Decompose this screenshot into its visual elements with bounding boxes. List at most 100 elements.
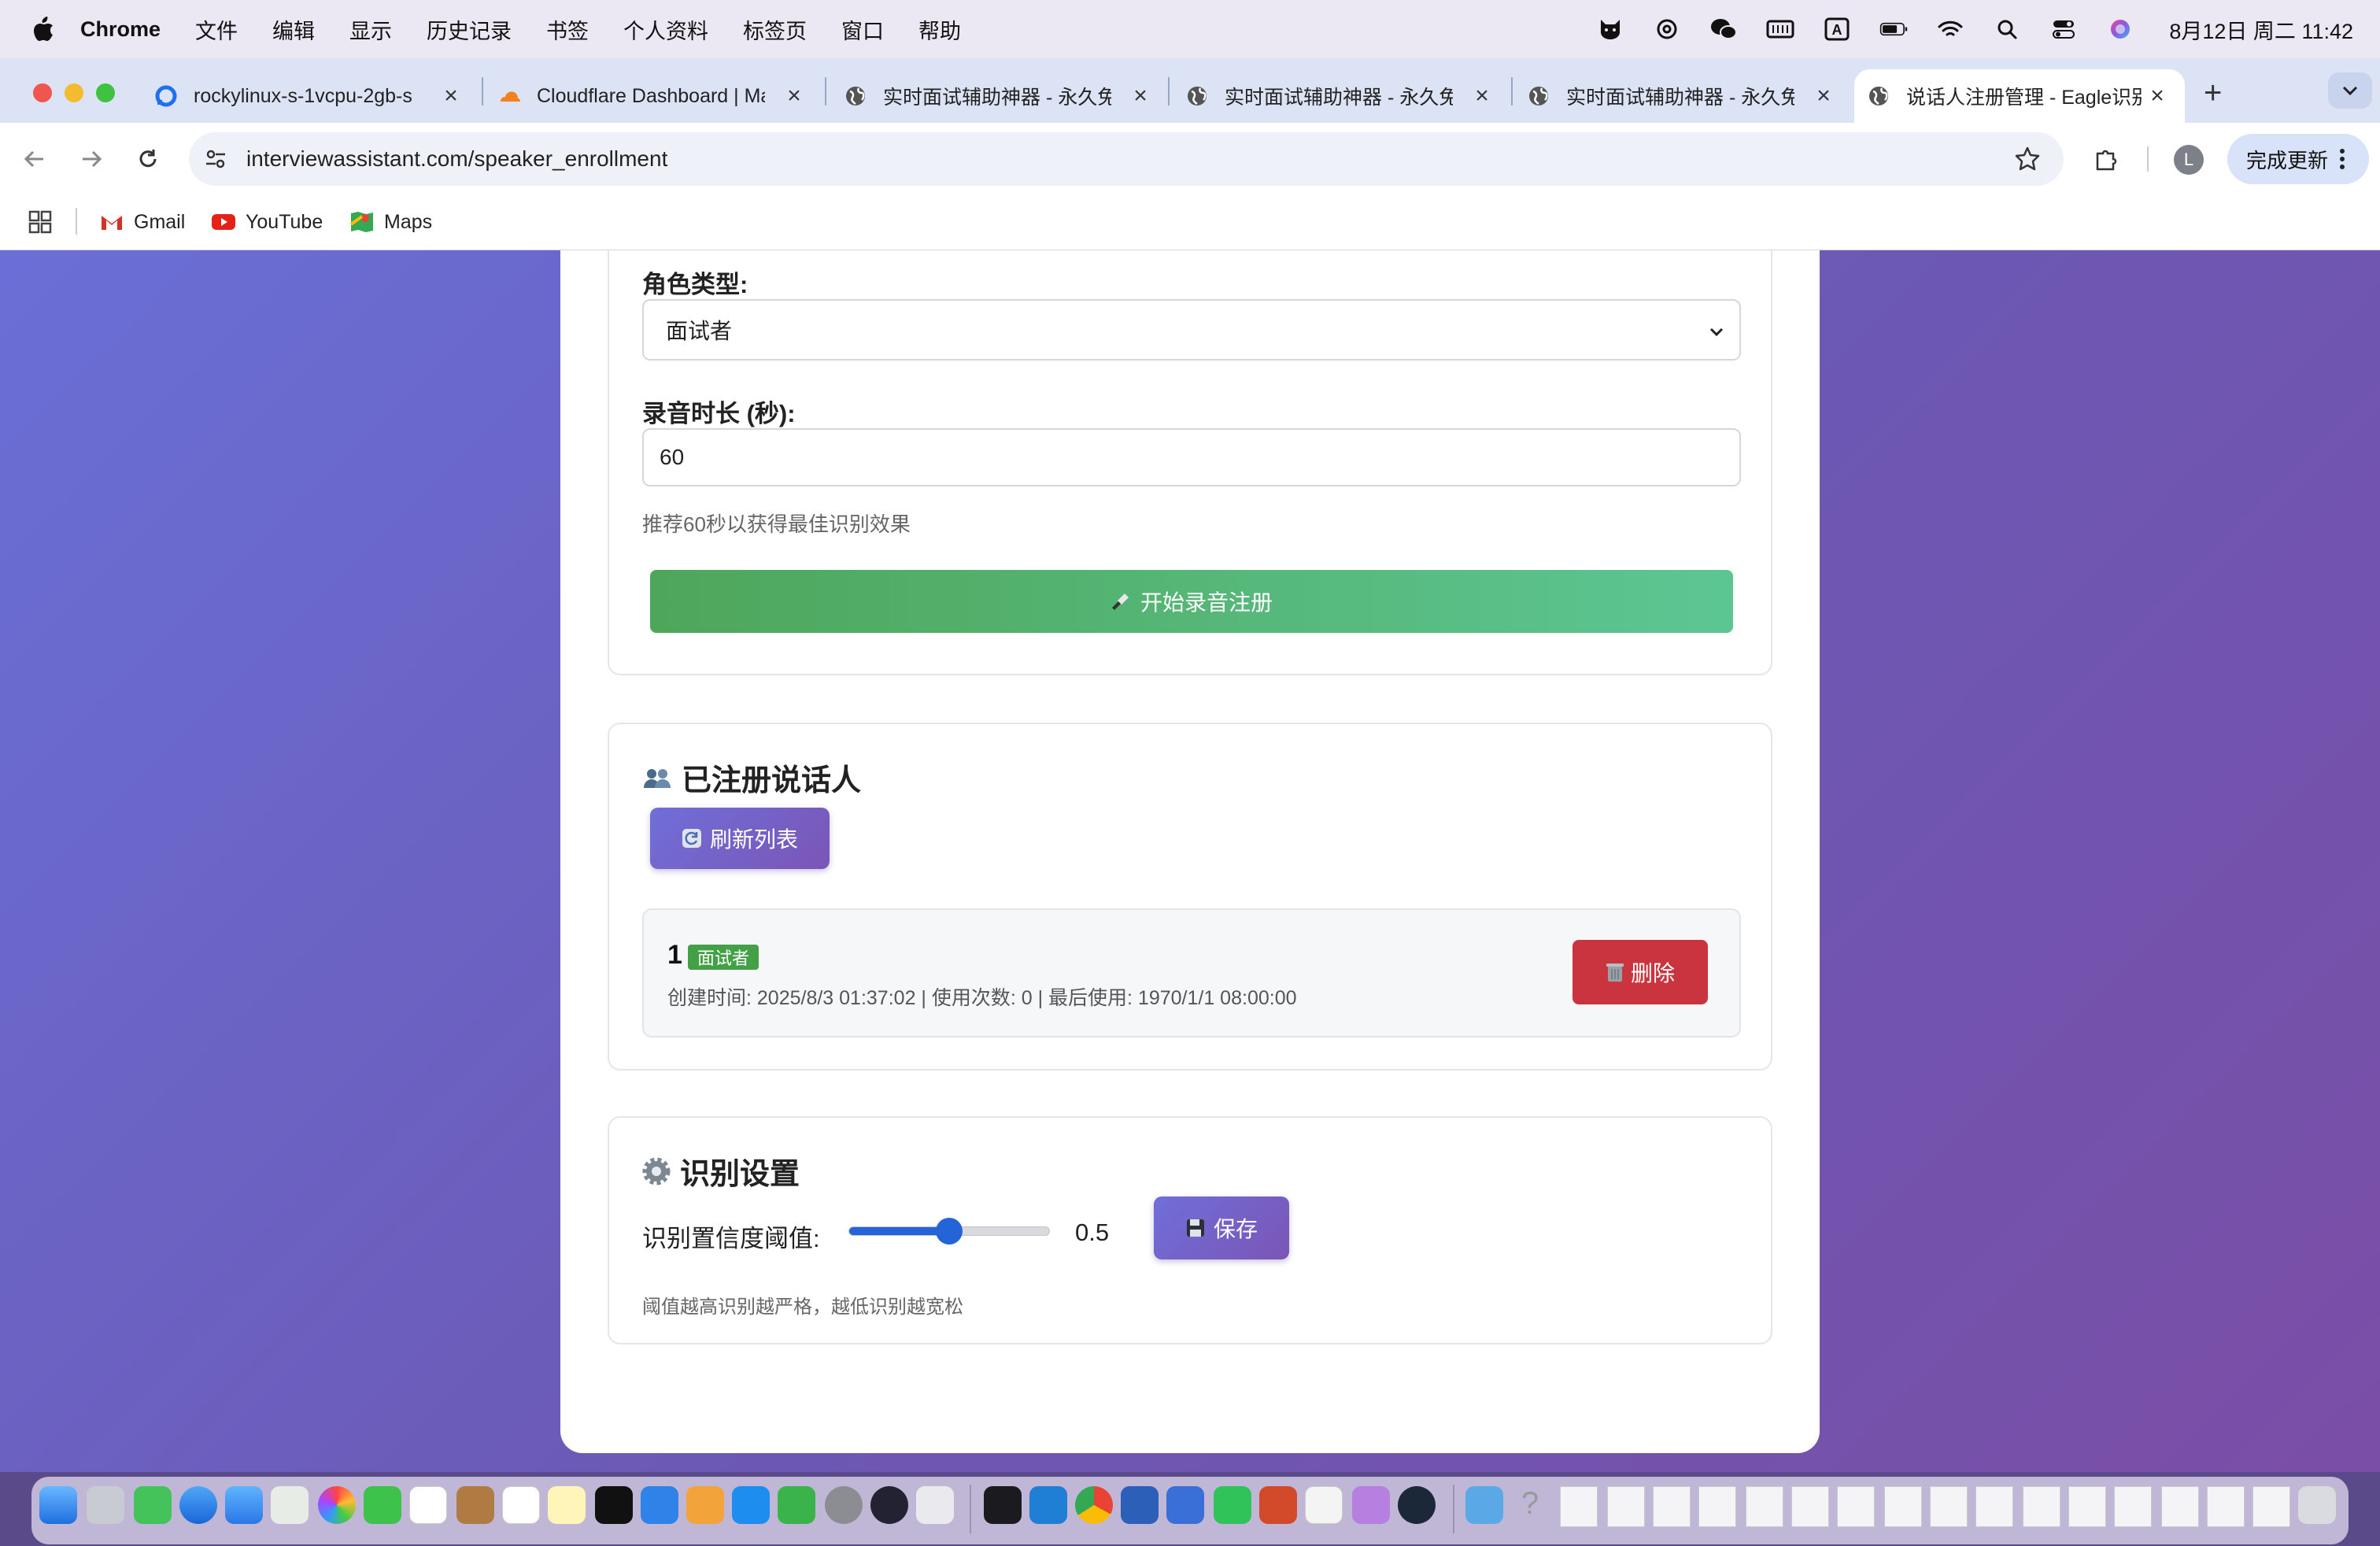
iphone-mirroring-icon[interactable] (916, 1486, 954, 1524)
tab-close-icon[interactable]: × (439, 83, 463, 109)
xcode-icon[interactable] (1166, 1486, 1204, 1524)
notes-icon[interactable] (548, 1486, 586, 1524)
menu-help[interactable]: 帮助 (918, 14, 961, 45)
battery-icon[interactable] (1879, 17, 1908, 41)
input-method-icon[interactable]: A (1823, 17, 1851, 41)
bookmark-gmail[interactable]: Gmail (99, 205, 185, 239)
tab-close-icon[interactable]: × (2145, 83, 2169, 109)
tab-close-icon[interactable]: × (782, 83, 806, 109)
document-thumbnail[interactable] (1930, 1486, 1968, 1527)
save-settings-button[interactable]: 保存 (1154, 1196, 1289, 1259)
profile-avatar[interactable]: L (2174, 145, 2204, 175)
wechat-app-icon[interactable] (1214, 1486, 1251, 1524)
document-thumbnail[interactable] (2023, 1486, 2060, 1527)
launchpad-icon[interactable] (87, 1486, 124, 1524)
word-icon[interactable] (1121, 1486, 1159, 1524)
document-thumbnail[interactable] (2114, 1486, 2152, 1527)
tab-interview-helper-2[interactable]: 实时面试辅助神器 - 永久免 × (1185, 69, 1494, 123)
steam-icon[interactable] (1398, 1486, 1436, 1524)
terminal-icon[interactable] (984, 1486, 1022, 1524)
menu-bookmarks[interactable]: 书签 (546, 14, 589, 45)
tab-close-icon[interactable]: × (1129, 83, 1152, 109)
document-thumbnail[interactable] (1975, 1486, 2013, 1527)
tab-interview-helper-1[interactable]: 实时面试辅助神器 - 永久免 × (844, 69, 1152, 123)
mail-icon[interactable] (225, 1486, 263, 1524)
document-thumbnail[interactable] (2068, 1486, 2106, 1527)
bookmark-maps[interactable]: Maps (349, 205, 432, 239)
role-type-select[interactable]: 面试者 (642, 299, 1741, 361)
trash-bin-icon[interactable] (2298, 1486, 2336, 1524)
document-thumbnail[interactable] (1560, 1486, 1598, 1527)
tab-search-button[interactable] (2328, 72, 2372, 109)
tab-close-icon[interactable]: × (1812, 83, 1835, 109)
back-button[interactable] (19, 143, 50, 175)
threshold-slider[interactable] (848, 1218, 1050, 1245)
url-text[interactable]: interviewassistant.com/speaker_enrollmen… (246, 146, 667, 172)
tab-interview-helper-3[interactable]: 实时面试辅助神器 - 永久免 × (1527, 69, 1835, 123)
openai-icon[interactable] (1653, 17, 1681, 41)
calendar-icon[interactable] (409, 1486, 447, 1524)
messages-icon[interactable] (134, 1486, 172, 1524)
apple-logo-icon[interactable] (31, 16, 55, 43)
downloads-folder-icon[interactable] (1465, 1486, 1503, 1524)
site-info-icon[interactable] (200, 143, 231, 175)
chrome-icon[interactable] (1075, 1486, 1113, 1524)
document-thumbnail[interactable] (1746, 1486, 1783, 1527)
safari-icon[interactable] (179, 1486, 217, 1524)
forward-button[interactable] (76, 143, 107, 175)
document-thumbnail[interactable] (2252, 1486, 2290, 1527)
powerpoint-icon[interactable] (1259, 1486, 1297, 1524)
tab-rockylinux[interactable]: rockylinux-s-1vcpu-2gb-s × (154, 69, 463, 123)
tab-speaker-enrollment[interactable]: 说话人注册管理 - Eagle识别 × (1854, 69, 2185, 123)
menu-file[interactable]: 文件 (195, 14, 238, 45)
document-thumbnail[interactable] (1884, 1486, 1922, 1527)
window-minimize-button[interactable] (65, 83, 83, 102)
start-recording-button[interactable]: 开始录音注册 (650, 570, 1733, 633)
keyboard-icon[interactable] (1766, 17, 1794, 41)
apps-grid-button[interactable] (28, 205, 52, 239)
wechat-icon[interactable] (1709, 17, 1738, 41)
contacts-icon[interactable] (456, 1486, 494, 1524)
document-thumbnail[interactable] (2161, 1486, 2199, 1527)
spotlight-search-icon[interactable] (1993, 17, 2021, 41)
document-thumbnail[interactable] (1837, 1486, 1875, 1527)
app-store-icon[interactable] (732, 1486, 770, 1524)
tab-close-icon[interactable]: × (1470, 83, 1494, 109)
document-thumbnail[interactable] (1791, 1486, 1829, 1527)
new-tab-button[interactable]: + (2204, 76, 2222, 111)
pages-icon[interactable] (686, 1486, 724, 1524)
document-thumbnail[interactable] (1653, 1486, 1691, 1527)
numbers-icon[interactable] (778, 1486, 815, 1524)
keynote-icon[interactable] (641, 1486, 678, 1524)
tab-cloudflare[interactable]: Cloudflare Dashboard | Ma × (497, 69, 806, 123)
menu-history[interactable]: 历史记录 (427, 14, 512, 45)
menu-view[interactable]: 显示 (349, 14, 392, 45)
cat-icon[interactable] (1596, 17, 1624, 41)
menu-tabs[interactable]: 标签页 (743, 14, 807, 45)
reminders-icon[interactable] (502, 1486, 540, 1524)
document-thumbnail[interactable] (1607, 1486, 1645, 1527)
refresh-list-button[interactable]: 刷新列表 (650, 808, 830, 869)
document-thumbnail[interactable] (2207, 1486, 2245, 1527)
chatgpt-icon[interactable] (1305, 1486, 1343, 1524)
menubar-clock[interactable]: 8月12日 周二 11:42 (2169, 14, 2353, 45)
control-center-icon[interactable] (2049, 17, 2078, 41)
menu-window[interactable]: 窗口 (841, 14, 884, 45)
maps-app-icon[interactable] (271, 1486, 309, 1524)
menu-profiles[interactable]: 个人资料 (623, 14, 708, 45)
wifi-icon[interactable] (1936, 17, 1964, 41)
update-chrome-button[interactable]: 完成更新 (2227, 134, 2369, 184)
apple-tv-icon[interactable] (595, 1486, 633, 1524)
menu-edit[interactable]: 编辑 (272, 14, 315, 45)
reload-button[interactable] (132, 143, 164, 175)
delete-speaker-button[interactable]: 删除 (1572, 940, 1708, 1004)
unknown-app-icon[interactable]: ? (1511, 1486, 1549, 1524)
bookmark-youtube[interactable]: YouTube (211, 205, 323, 239)
facetime-icon[interactable] (364, 1486, 401, 1524)
finder-icon[interactable] (39, 1486, 77, 1524)
system-settings-icon[interactable] (825, 1486, 863, 1524)
cat-app-icon[interactable] (1352, 1486, 1390, 1524)
window-zoom-button[interactable] (96, 83, 115, 102)
siri-icon[interactable] (2106, 17, 2134, 41)
threshold-slider-thumb[interactable] (936, 1218, 963, 1245)
